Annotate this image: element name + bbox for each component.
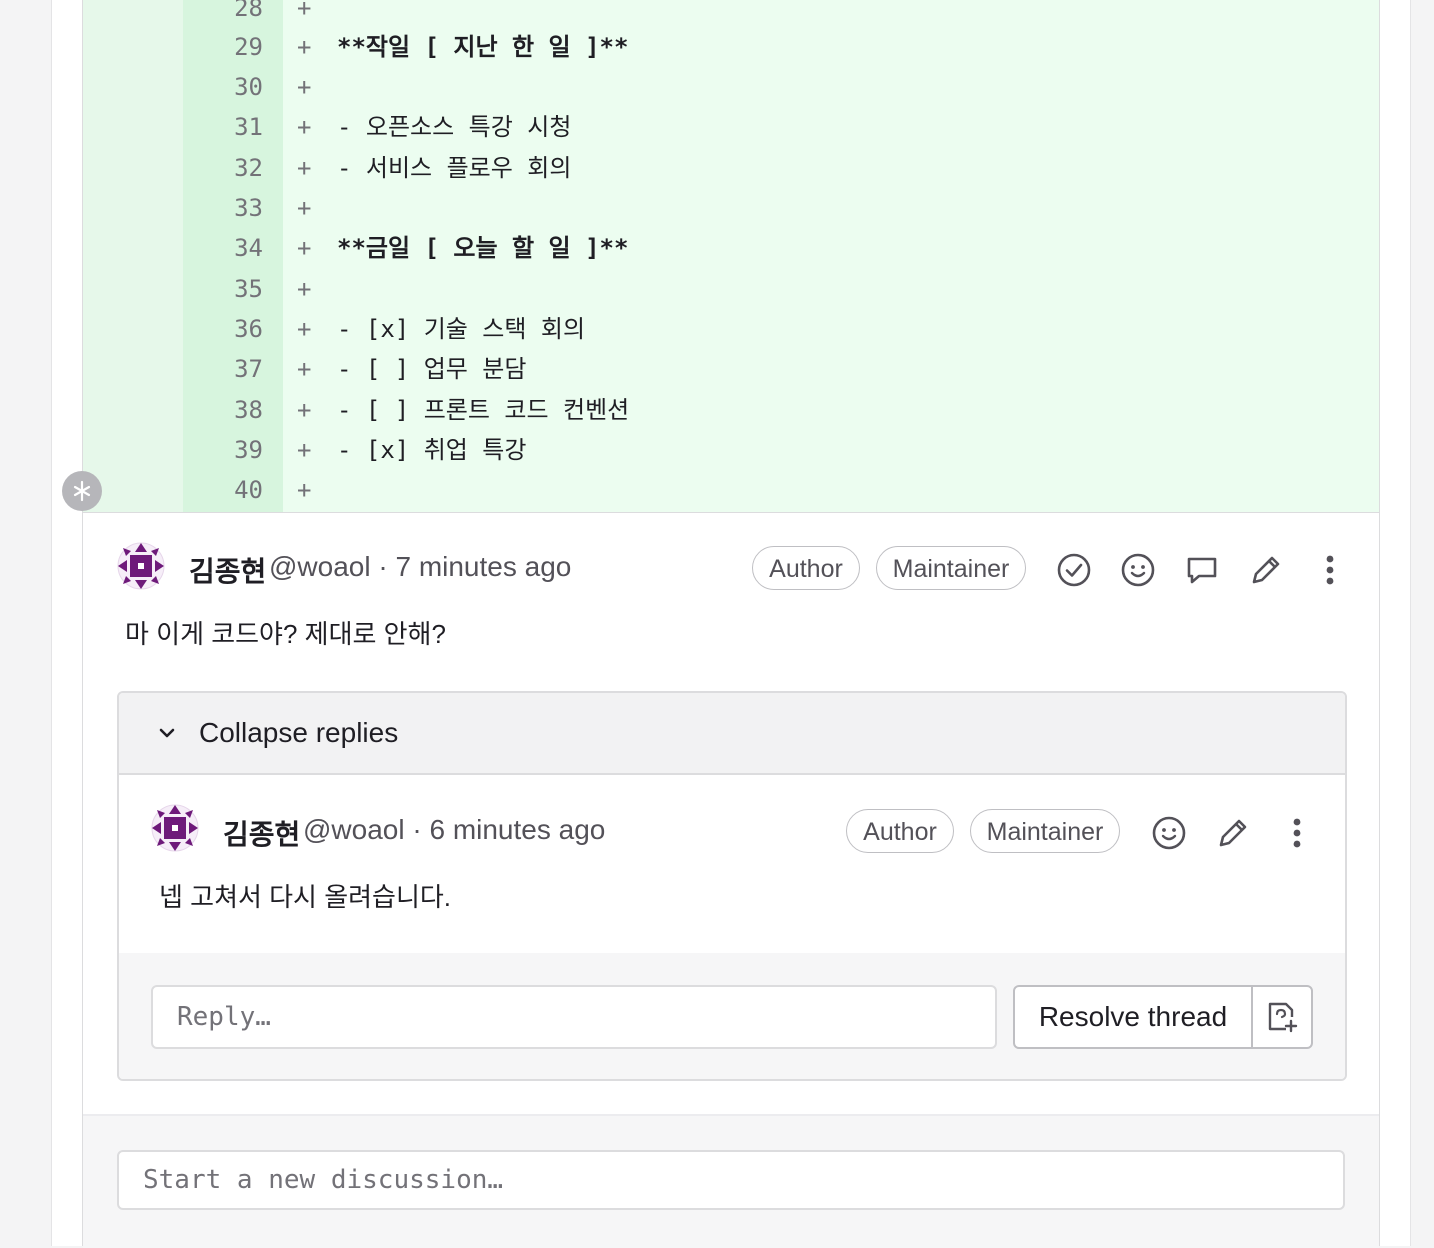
pencil-icon xyxy=(1219,819,1247,847)
line-number[interactable]: 33 xyxy=(183,188,263,228)
check-circle-icon xyxy=(1057,553,1091,587)
author-handle-time[interactable]: @woaol · 6 minutes ago xyxy=(303,814,605,846)
add-reaction-button[interactable] xyxy=(1116,548,1160,592)
line-code: - [ ] 프론트 코드 컨벤션 xyxy=(337,396,630,424)
diff-line: 37 + - [ ] 업무 분담 xyxy=(83,349,1379,389)
line-number[interactable]: 28 xyxy=(183,0,263,28)
diff-line: 29 + **작일 [ 지난 한 일 ]** xyxy=(83,27,1379,67)
line-number[interactable]: 38 xyxy=(183,390,263,430)
more-actions-button[interactable] xyxy=(1275,811,1319,855)
line-number[interactable]: 32 xyxy=(183,148,263,188)
resolve-thread-button[interactable]: Resolve thread xyxy=(1015,987,1253,1047)
line-number[interactable]: 40 xyxy=(183,470,263,510)
line-number[interactable]: 31 xyxy=(183,107,263,147)
smiley-icon xyxy=(1152,816,1186,850)
author-name[interactable]: 김종현 xyxy=(223,813,300,853)
reply-footer: Reply… Resolve thread xyxy=(119,953,1345,1079)
line-code: - [ ] 업무 분담 xyxy=(337,355,527,383)
diff-line: 30 + xyxy=(83,67,1379,107)
diff-line: 33 + xyxy=(83,188,1379,228)
more-actions-button[interactable] xyxy=(1308,548,1352,592)
new-discussion-input[interactable]: Start a new discussion… xyxy=(117,1150,1345,1210)
diff-line: 28 + xyxy=(83,0,1379,28)
diff-file-frame: 28 + 29 + **작일 [ 지난 한 일 ]** 30 + 31 + - … xyxy=(82,0,1380,1248)
collapse-replies-toggle[interactable]: Collapse replies xyxy=(119,693,1345,775)
line-code: - [x] 취업 특강 xyxy=(337,436,527,464)
added-marker: + xyxy=(297,73,312,101)
added-marker: + xyxy=(297,33,312,61)
kebab-icon xyxy=(1293,818,1301,848)
diff-line: 40 + xyxy=(83,470,1379,510)
diff-line: 32 + - 서비스 플로우 회의 xyxy=(83,148,1379,188)
line-number[interactable]: 39 xyxy=(183,430,263,470)
line-code: **작일 [ 지난 한 일 ]** xyxy=(337,33,629,61)
collapse-replies-label: Collapse replies xyxy=(199,717,399,748)
resolve-button-group: Resolve thread xyxy=(1013,985,1313,1049)
diff-line: 39 + - [x] 취업 특강 xyxy=(83,430,1379,470)
added-marker: + xyxy=(297,154,312,182)
diff-line: 34 + **금일 [ 오늘 할 일 ]** xyxy=(83,228,1379,268)
added-marker: + xyxy=(297,0,312,22)
added-marker: + xyxy=(297,113,312,141)
author-name[interactable]: 김종현 xyxy=(189,550,266,590)
note-body: 마 이게 코드야? 제대로 안해? xyxy=(125,619,446,649)
added-marker: + xyxy=(297,436,312,464)
expand-lines-handle[interactable] xyxy=(62,471,102,511)
diff-line: 36 + - [x] 기술 스택 회의 xyxy=(83,309,1379,349)
line-number[interactable]: 35 xyxy=(183,269,263,309)
avatar[interactable] xyxy=(117,542,165,590)
new-discussion-area: Start a new discussion… xyxy=(83,1114,1379,1248)
resolve-in-new-issue-button[interactable] xyxy=(1253,987,1311,1047)
add-reaction-button[interactable] xyxy=(1147,811,1191,855)
line-number[interactable]: 29 xyxy=(183,27,263,67)
reply-input[interactable]: Reply… xyxy=(151,985,997,1049)
avatar[interactable] xyxy=(151,804,199,852)
pencil-icon xyxy=(1252,556,1280,584)
asterisk-icon xyxy=(73,480,91,502)
line-code: - 오픈소스 특강 시청 xyxy=(337,113,572,141)
replies-container: Collapse replies 김종현 @woaol · 6 minutes … xyxy=(117,691,1347,1081)
line-code: - 서비스 플로우 회의 xyxy=(337,154,572,182)
author-badge: Author xyxy=(846,809,954,853)
comment-icon xyxy=(1187,557,1217,584)
maintainer-badge: Maintainer xyxy=(876,546,1026,590)
kebab-icon xyxy=(1326,555,1334,585)
author-handle-time[interactable]: @woaol · 7 minutes ago xyxy=(269,551,571,583)
line-number[interactable]: 37 xyxy=(183,349,263,389)
resolve-thread-icon-button[interactable] xyxy=(1052,548,1096,592)
line-number[interactable]: 30 xyxy=(183,67,263,107)
maintainer-badge: Maintainer xyxy=(970,809,1120,853)
line-number[interactable]: 36 xyxy=(183,309,263,349)
issue-new-icon xyxy=(1268,1002,1298,1033)
reply-body: 넵 고쳐서 다시 올려습니다. xyxy=(159,882,452,912)
author-badge: Author xyxy=(752,546,860,590)
reply-to-comment-button[interactable] xyxy=(1180,548,1224,592)
diff-view: 28 + 29 + **작일 [ 지난 한 일 ]** 30 + 31 + - … xyxy=(83,0,1379,513)
edit-comment-button[interactable] xyxy=(1244,548,1288,592)
chevron-down-icon xyxy=(159,728,175,738)
added-marker: + xyxy=(297,234,312,262)
added-marker: + xyxy=(297,396,312,424)
smiley-icon xyxy=(1121,553,1155,587)
line-number[interactable]: 34 xyxy=(183,228,263,268)
added-marker: + xyxy=(297,315,312,343)
diff-line: 35 + xyxy=(83,269,1379,309)
line-code: - [x] 기술 스택 회의 xyxy=(337,315,586,343)
added-marker: + xyxy=(297,194,312,222)
added-marker: + xyxy=(297,476,312,504)
diff-line: 31 + - 오픈소스 특강 시청 xyxy=(83,107,1379,147)
diff-line: 38 + - [ ] 프론트 코드 컨벤션 xyxy=(83,390,1379,430)
edit-comment-button[interactable] xyxy=(1211,811,1255,855)
line-code: **금일 [ 오늘 할 일 ]** xyxy=(337,234,629,262)
added-marker: + xyxy=(297,355,312,383)
added-marker: + xyxy=(297,275,312,303)
